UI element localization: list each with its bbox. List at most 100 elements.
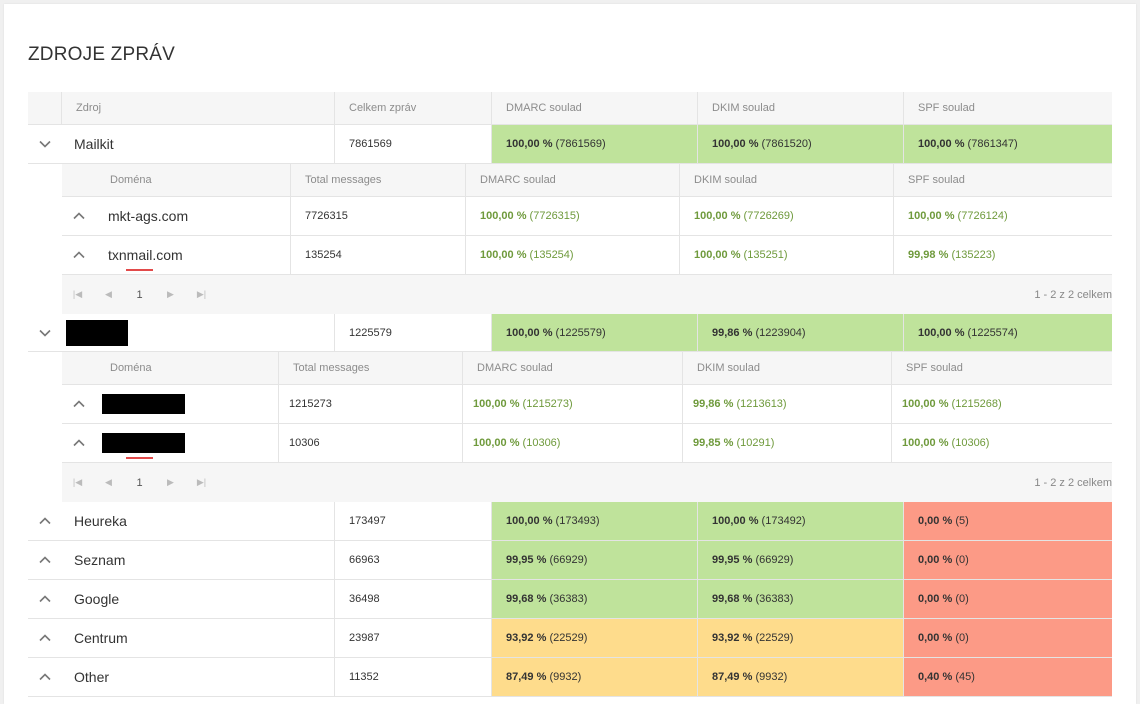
dkim-count: (36383)	[755, 593, 794, 605]
header-dmarc[interactable]: DMARC soulad	[463, 352, 683, 384]
chevron-up-icon[interactable]	[39, 556, 51, 564]
prev-page-icon[interactable]: ◀	[93, 477, 124, 488]
chevron-down-icon[interactable]	[39, 140, 51, 148]
dkim-pct: 99,68 %	[712, 593, 753, 605]
spf-pct: 100,00 %	[918, 326, 965, 339]
next-page-icon[interactable]: ▶	[155, 289, 186, 300]
expand-toggle[interactable]	[62, 236, 96, 274]
page-number[interactable]: 1	[124, 456, 155, 489]
expand-toggle[interactable]	[62, 424, 96, 462]
header-dmarc[interactable]: DMARC soulad	[492, 92, 698, 124]
dmarc-count: (7726315)	[529, 210, 580, 222]
header-dkim[interactable]: DKIM soulad	[683, 352, 892, 384]
source-dmarc: 87,49 % (9932)	[492, 658, 698, 696]
header-domain[interactable]: Doména	[96, 164, 291, 196]
spf-pct: 0,00 %	[918, 632, 953, 644]
spf-count: (1215268)	[951, 398, 1002, 410]
expand-toggle[interactable]	[28, 619, 62, 657]
chevron-up-icon[interactable]	[39, 673, 51, 681]
expand-toggle[interactable]	[62, 385, 96, 423]
header-dmarc[interactable]: DMARC soulad	[466, 164, 680, 196]
domain-spf: 100,00 % (7726124)	[894, 197, 1112, 235]
chevron-up-icon[interactable]	[73, 439, 85, 447]
dmarc-count: (36383)	[549, 593, 588, 605]
last-page-icon[interactable]: ▶|	[186, 289, 217, 300]
domain-row[interactable]: mkt-ags.com 7726315 100,00 % (7726315) 1…	[62, 197, 1112, 236]
spf-pct: 100,00 %	[902, 398, 949, 410]
page-title: ZDROJE ZPRÁV	[28, 44, 176, 65]
domain-total: 1215273	[279, 385, 463, 423]
header-total-messages[interactable]: Total messages	[291, 164, 466, 196]
header-spf[interactable]: SPF soulad	[904, 92, 1112, 124]
expand-toggle[interactable]	[62, 197, 96, 235]
domain-row[interactable]: txnmail.com 135254 100,00 % (135254) 100…	[62, 236, 1112, 275]
chevron-up-icon[interactable]	[39, 517, 51, 525]
pagination: |◀ ◀ 1 ▶ ▶| 1 - 2 z 2 celkem	[62, 268, 1112, 314]
chevron-up-icon[interactable]	[73, 251, 85, 259]
header-total-messages[interactable]: Total messages	[279, 352, 463, 384]
domain-name: mkt-ags.com	[96, 197, 291, 235]
expand-toggle[interactable]	[28, 502, 62, 540]
expand-toggle[interactable]	[28, 125, 62, 163]
source-row[interactable]: Heureka 173497 100,00 % (173493) 100,00 …	[28, 502, 1112, 541]
chevron-down-icon[interactable]	[39, 329, 51, 337]
dkim-count: (135251)	[743, 249, 788, 261]
source-row[interactable]: Seznam 66963 99,95 % (66929) 99,95 % (66…	[28, 541, 1112, 580]
source-row[interactable]: Google 36498 99,68 % (36383) 99,68 % (36…	[28, 580, 1112, 619]
expand-toggle[interactable]	[28, 541, 62, 579]
dkim-pct: 87,49 %	[712, 671, 753, 683]
source-total: 66963	[335, 541, 492, 579]
chevron-up-icon[interactable]	[73, 212, 85, 220]
header-source[interactable]: Zdroj	[62, 92, 335, 124]
expand-toggle[interactable]	[28, 658, 62, 696]
domain-row[interactable]: 1215273 100,00 % (1215273) 99,86 % (1213…	[62, 385, 1112, 424]
sources-table: Zdroj Celkem zpráv DMARC soulad DKIM sou…	[28, 92, 1112, 697]
first-page-icon[interactable]: |◀	[62, 477, 93, 488]
dmarc-pct: 100,00 %	[506, 515, 553, 527]
dmarc-count: (173493)	[555, 515, 600, 527]
domain-dmarc: 100,00 % (135254)	[466, 236, 680, 274]
redaction-box	[102, 433, 185, 453]
header-total[interactable]: Celkem zpráv	[335, 92, 492, 124]
domain-row[interactable]: 10306 100,00 % (10306) 99,85 % (10291) 1…	[62, 424, 1112, 463]
chevron-up-icon[interactable]	[39, 634, 51, 642]
source-total: 36498	[335, 580, 492, 618]
dkim-count: (10291)	[736, 437, 775, 449]
header-spf[interactable]: SPF soulad	[894, 164, 1112, 196]
domain-dmarc: 100,00 % (1215273)	[463, 385, 683, 423]
source-spf: 0,00 % (5)	[904, 502, 1112, 540]
page-number[interactable]: 1	[124, 268, 155, 301]
header-dkim[interactable]: DKIM soulad	[698, 92, 904, 124]
dmarc-pct: 99,68 %	[506, 593, 547, 605]
domain-spf: 100,00 % (1215268)	[892, 385, 1112, 423]
source-row[interactable]: Other 11352 87,49 % (9932) 87,49 % (9932…	[28, 658, 1112, 697]
dmarc-pct: 99,95 %	[506, 554, 547, 566]
message-sources-card: ZDROJE ZPRÁV Zdroj Celkem zpráv DMARC so…	[4, 4, 1136, 704]
next-page-icon[interactable]: ▶	[155, 477, 186, 488]
source-row[interactable]: Mailkit 7861569 100,00 % (7861569) 100,0…	[28, 125, 1112, 164]
dkim-count: (9932)	[755, 671, 788, 683]
source-spf: 0,00 % (0)	[904, 541, 1112, 579]
spf-count: (0)	[955, 593, 969, 605]
header-spf[interactable]: SPF soulad	[892, 352, 1112, 384]
expand-toggle[interactable]	[28, 314, 62, 351]
chevron-up-icon[interactable]	[73, 400, 85, 408]
header-dkim[interactable]: DKIM soulad	[680, 164, 894, 196]
dkim-count: (7861520)	[761, 138, 812, 150]
source-row[interactable]: Centrum 23987 93,92 % (22529) 93,92 % (2…	[28, 619, 1112, 658]
dmarc-pct: 87,49 %	[506, 671, 547, 683]
prev-page-icon[interactable]: ◀	[93, 289, 124, 300]
chevron-up-icon[interactable]	[39, 595, 51, 603]
first-page-icon[interactable]: |◀	[62, 289, 93, 300]
source-spf: 0,40 % (45)	[904, 658, 1112, 696]
source-row[interactable]: 1225579 100,00 % (1225579) 99,86 % (1223…	[28, 314, 1112, 352]
redaction-box	[102, 394, 185, 414]
header-domain[interactable]: Doména	[96, 352, 279, 384]
dmarc-count: (22529)	[549, 632, 588, 644]
pagination-info: 1 - 2 z 2 celkem	[1034, 476, 1112, 489]
dkim-pct: 99,85 %	[693, 437, 734, 449]
last-page-icon[interactable]: ▶|	[186, 477, 217, 488]
source-dmarc: 100,00 % (7861569)	[492, 125, 698, 163]
source-dkim: 99,68 % (36383)	[698, 580, 904, 618]
expand-toggle[interactable]	[28, 580, 62, 618]
